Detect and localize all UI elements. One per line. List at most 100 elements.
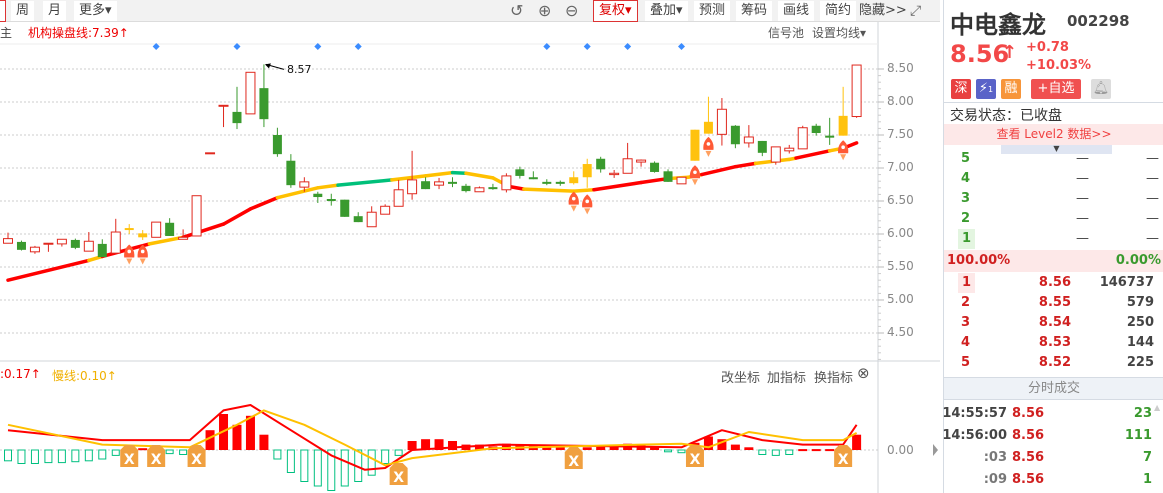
candle-body bbox=[690, 129, 700, 161]
price-tick-label: 8.50 bbox=[887, 61, 914, 75]
macd-bar bbox=[245, 415, 255, 450]
sell-level: 5 bbox=[961, 151, 971, 166]
switch-indicator-button[interactable]: 换指标 bbox=[814, 367, 853, 386]
candle-body bbox=[784, 147, 795, 152]
buy-volume: 579 bbox=[1126, 295, 1154, 310]
stock-code: 002298 bbox=[1067, 12, 1130, 30]
macd-bar bbox=[811, 449, 821, 452]
price-change-pct: +10.03% bbox=[1026, 58, 1092, 73]
macd-bar bbox=[273, 449, 282, 460]
buy-row: 2 8.55 579 bbox=[944, 293, 1163, 313]
rocket-window bbox=[841, 145, 845, 149]
candle-body bbox=[488, 187, 498, 190]
ma-line-segment bbox=[794, 149, 832, 160]
macd-bar bbox=[259, 434, 269, 450]
tick-volume: 111 bbox=[1124, 428, 1152, 443]
macd-bar bbox=[111, 449, 120, 456]
ma-line-segment bbox=[571, 188, 596, 193]
price-tick-label: 5.00 bbox=[887, 292, 914, 306]
candle-body bbox=[245, 71, 256, 115]
candle-body bbox=[366, 211, 377, 228]
sell-price: — bbox=[1076, 171, 1089, 186]
candle-body bbox=[825, 135, 835, 138]
price-tick-label: 7.50 bbox=[887, 127, 914, 141]
change-axis-button[interactable]: 改坐标 bbox=[721, 367, 760, 386]
rocket-window bbox=[706, 142, 711, 146]
buy-row: 3 8.54 250 bbox=[944, 313, 1163, 333]
sell-row: 1 — — bbox=[944, 229, 1163, 249]
macd-bar bbox=[825, 449, 835, 452]
buy-level: 2 bbox=[961, 295, 971, 310]
kline-chart[interactable]: X X XXX X X bbox=[0, 0, 940, 493]
candle-body bbox=[191, 195, 202, 237]
price-tick-label: 7.00 bbox=[887, 160, 914, 174]
candle-body bbox=[434, 181, 445, 186]
candle-body bbox=[43, 242, 54, 245]
sell-row: 2 — — bbox=[944, 209, 1163, 229]
candle-body bbox=[622, 158, 633, 174]
macd-bar bbox=[84, 449, 93, 462]
sell-level: 1 bbox=[958, 229, 976, 249]
candle-body bbox=[70, 239, 80, 248]
ma-line-segment bbox=[522, 187, 576, 193]
rocket-window bbox=[693, 170, 697, 175]
sell-level: 4 bbox=[961, 171, 971, 186]
rocket-flame bbox=[570, 205, 577, 212]
macd-bar bbox=[44, 449, 53, 464]
bell-icon[interactable]: 🔔︎ bbox=[1091, 79, 1111, 99]
macd-bar bbox=[367, 449, 376, 476]
candle-body bbox=[596, 158, 606, 170]
add-watchlist-button[interactable]: +自选 bbox=[1031, 79, 1081, 99]
buy-ratio: 100.00% bbox=[947, 253, 1011, 268]
candle-body bbox=[501, 175, 512, 191]
candle-body bbox=[393, 189, 404, 207]
ma-line-segment bbox=[181, 222, 226, 240]
tick-time: 14:55:57 bbox=[942, 406, 1007, 421]
sell-row: 3 — — bbox=[944, 189, 1163, 209]
ma-line-segment bbox=[6, 258, 91, 282]
candle-body bbox=[703, 121, 713, 134]
tick-row: :09 8.56 1 bbox=[944, 470, 1163, 490]
last-price: 8.56 bbox=[950, 40, 1010, 68]
close-indicator-icon[interactable]: ⊗ bbox=[857, 364, 870, 382]
buy-level: 5 bbox=[961, 355, 971, 370]
shenzhen-badge: 深 bbox=[951, 79, 971, 99]
rocket-flame bbox=[139, 258, 146, 265]
candle-body bbox=[421, 181, 431, 190]
tick-price: 8.56 bbox=[1012, 450, 1045, 465]
sell-level: 3 bbox=[961, 191, 971, 206]
rocket-flame bbox=[840, 154, 847, 161]
buy-row: 1 8.56 146737 bbox=[944, 273, 1163, 293]
cross-x-icon: X bbox=[568, 454, 579, 470]
macd-bar bbox=[381, 449, 390, 464]
candle-body bbox=[636, 159, 647, 163]
candle-body bbox=[259, 88, 269, 120]
candle-body bbox=[380, 205, 391, 215]
candle-body bbox=[838, 115, 848, 136]
candle-body bbox=[542, 181, 552, 184]
candle-body bbox=[730, 125, 740, 145]
macd-bar bbox=[407, 441, 417, 450]
tick-volume: 1 bbox=[1142, 472, 1152, 487]
ma-line-segment bbox=[592, 180, 643, 192]
macd-bar bbox=[664, 449, 673, 453]
divider bbox=[944, 102, 1163, 103]
macd-bar bbox=[4, 449, 12, 462]
add-indicator-button[interactable]: 加指标 bbox=[767, 367, 806, 386]
flash-badge[interactable]: ⚡1 bbox=[976, 79, 996, 99]
tick-price: 8.56 bbox=[1012, 472, 1045, 487]
candle-body bbox=[851, 64, 862, 118]
macd-bar bbox=[744, 447, 754, 450]
level2-link[interactable]: 查看 Level2 数据>> bbox=[944, 124, 1163, 145]
macd-bar bbox=[852, 434, 862, 450]
sell-level: 2 bbox=[961, 211, 971, 226]
ma-line-segment bbox=[423, 170, 455, 178]
sell-volume: — bbox=[1146, 191, 1159, 206]
peak-price-label: 8.57 bbox=[287, 63, 312, 76]
sell-volume: — bbox=[1146, 231, 1159, 246]
candle-body bbox=[3, 238, 13, 244]
candle-body bbox=[178, 236, 189, 240]
cross-x-icon: X bbox=[838, 452, 849, 468]
candle-body bbox=[326, 199, 336, 202]
candle-body bbox=[757, 140, 767, 153]
